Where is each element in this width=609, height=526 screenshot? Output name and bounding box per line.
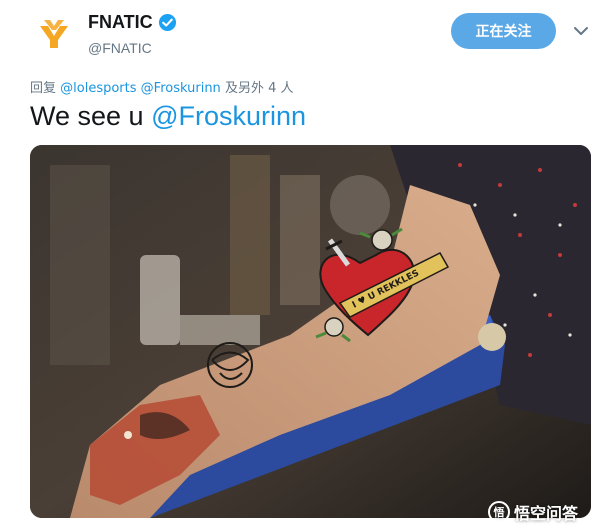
reply-context: 回复 @lolesports @Froskurinn 及另外 4 人 (30, 77, 293, 96)
verified-icon (158, 13, 177, 32)
tweet-photo[interactable]: I ♥ U REKKLES (30, 145, 591, 518)
wukong-icon: 悟 (488, 501, 510, 523)
wukong-watermark: 悟 悟空问答 (488, 500, 578, 524)
reply-mention-lolesports[interactable]: @lolesports (60, 81, 136, 96)
watermark-text: 悟空问答 (514, 504, 579, 523)
reply-others[interactable]: 及另外 4 人 (225, 81, 294, 96)
reply-prefix: 回复 (30, 81, 57, 96)
tattoo-photo-illustration: I ♥ U REKKLES (30, 145, 591, 518)
tweet-header: FNATIC @FNATIC 正在关注 (0, 0, 609, 70)
account-names: FNATIC @FNATIC (88, 10, 177, 56)
tweet-body: We see u (30, 101, 144, 131)
following-button[interactable]: 正在关注 (451, 13, 556, 49)
tweet-mention[interactable]: @Froskurinn (151, 101, 306, 131)
fnatic-logo-icon (40, 20, 68, 48)
avatar[interactable] (30, 10, 78, 58)
tweet-text: We see u @Froskurinn (30, 101, 306, 132)
display-name[interactable]: FNATIC (88, 12, 153, 33)
reply-mention-froskurinn[interactable]: @Froskurinn (141, 81, 221, 96)
chevron-down-icon[interactable] (572, 22, 590, 40)
handle[interactable]: @FNATIC (88, 40, 177, 56)
